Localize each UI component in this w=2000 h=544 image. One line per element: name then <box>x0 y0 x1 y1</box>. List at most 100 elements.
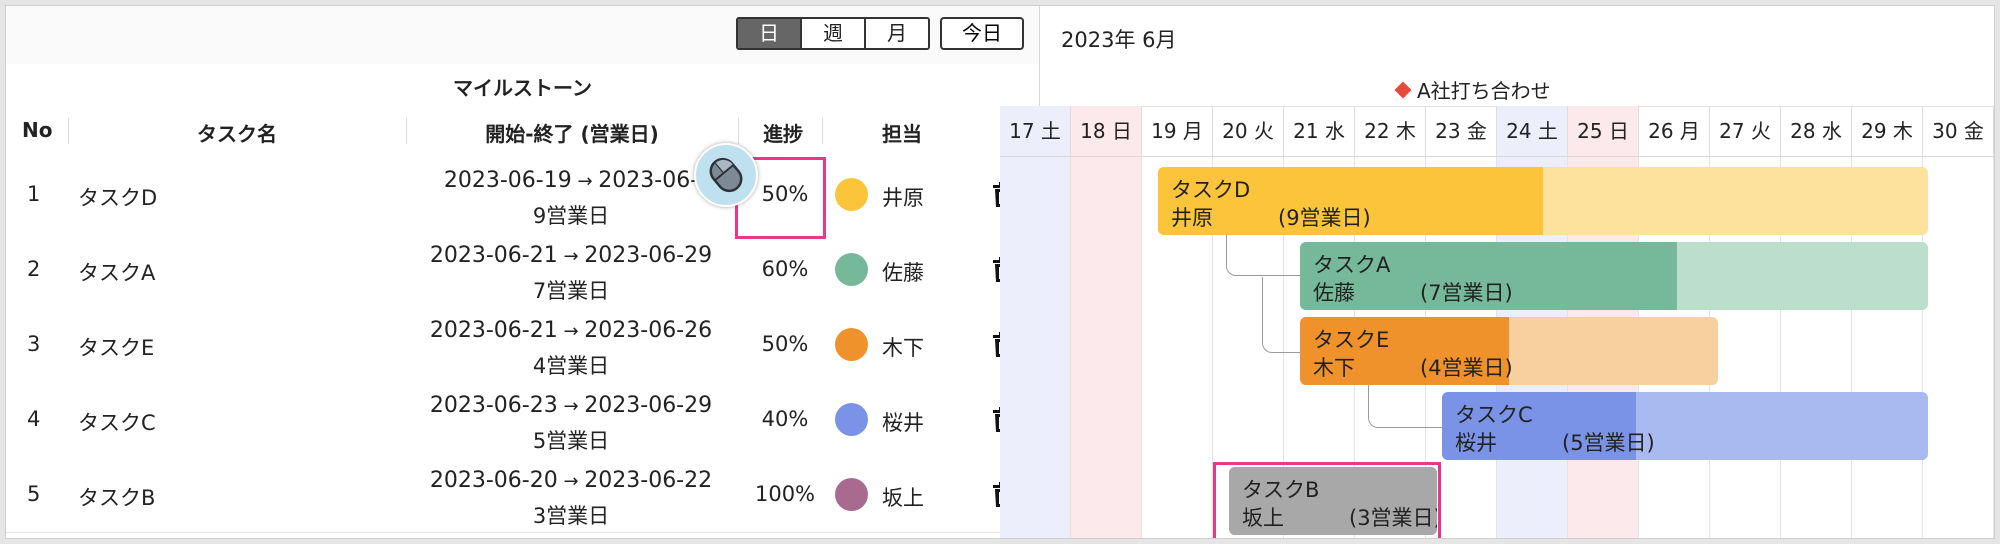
day-header[interactable]: 20 火 <box>1213 106 1284 157</box>
task-progress[interactable]: 50% <box>738 332 832 356</box>
task-no: 2 <box>27 257 41 281</box>
highlight-gantt-bar <box>1213 462 1441 538</box>
gantt-bar-owner: 佐藤 <box>1313 281 1355 305</box>
arrow-right-icon: → <box>557 396 585 417</box>
day-column <box>1923 106 1994 538</box>
owner-avatar <box>835 178 868 211</box>
day-header[interactable]: 26 月 <box>1639 106 1710 157</box>
gantt-bar[interactable]: タスクA 佐藤 (7営業日) <box>1300 242 1928 310</box>
gantt-bar-title: タスクC <box>1455 403 1533 427</box>
arrow-right-icon: → <box>557 321 585 342</box>
task-start: 2023-06-20 <box>429 468 558 493</box>
gantt-bar-title: タスクA <box>1313 253 1391 277</box>
gantt-bar-title: タスクE <box>1313 328 1390 352</box>
table-row[interactable]: 3 タスクE 2023-06-21 → 2023-06-26 4営業日 50% 木下 <box>6 307 1039 383</box>
day-header[interactable]: 27 火 <box>1710 106 1781 157</box>
task-progress[interactable]: 100% <box>738 482 832 506</box>
task-no: 1 <box>27 182 41 206</box>
task-owner[interactable]: 桜井 <box>882 407 924 437</box>
task-start: 2023-06-21 <box>429 243 558 268</box>
owner-avatar <box>835 403 868 436</box>
day-header[interactable]: 24 土 <box>1497 106 1568 157</box>
gantt-bar-days: (5営業日) <box>1562 431 1655 455</box>
view-week-button[interactable]: 週 <box>800 19 864 48</box>
task-no: 3 <box>27 332 41 356</box>
task-start: 2023-06-19 <box>443 168 572 193</box>
day-header[interactable]: 30 金 <box>1923 106 1994 157</box>
day-header[interactable]: 28 水 <box>1781 106 1852 157</box>
task-start: 2023-06-23 <box>429 393 558 418</box>
task-owner[interactable]: 佐藤 <box>882 257 924 287</box>
col-header-dates[interactable]: 開始-終了 (営業日) <box>406 118 738 147</box>
table-row[interactable]: 1 タスクD 2023-06-19 → 2023-06- 9営業日 50% 井原 <box>6 157 1039 233</box>
day-header[interactable]: 22 木 <box>1355 106 1426 157</box>
task-business-days: 5営業日 <box>532 429 610 453</box>
col-header-owner[interactable]: 担当 <box>822 118 982 147</box>
task-name[interactable]: タスクA <box>78 257 155 287</box>
view-switcher: 日 週 月 <box>736 17 930 50</box>
day-header[interactable]: 18 日 <box>1071 106 1142 157</box>
task-end: 2023-06-29 <box>584 243 713 268</box>
gantt-bar[interactable]: タスクC 桜井 (5営業日) <box>1442 392 1928 460</box>
milestone-header-row: マイルストーン <box>6 64 1039 107</box>
task-name[interactable]: タスクD <box>78 182 157 212</box>
task-dates[interactable]: 2023-06-21 → 2023-06-26 4営業日 <box>386 314 756 383</box>
task-name[interactable]: タスクC <box>78 407 156 437</box>
task-owner[interactable]: 坂上 <box>882 482 924 512</box>
day-header[interactable]: 17 土 <box>1000 106 1071 157</box>
task-end: 2023-06-26 <box>584 318 713 343</box>
gantt-bar-owner: 木下 <box>1313 356 1355 380</box>
toolbar: 日 週 月 今日 <box>6 6 1039 65</box>
task-dates[interactable]: 2023-06-23 → 2023-06-29 5営業日 <box>386 389 756 458</box>
view-month-button[interactable]: 月 <box>864 19 928 48</box>
col-header-progress[interactable]: 進捗 <box>738 118 828 147</box>
gantt-bar-days: (4営業日) <box>1420 356 1513 380</box>
dependency-line <box>1368 385 1443 428</box>
diamond-icon <box>1394 81 1412 99</box>
arrow-right-icon: → <box>571 171 599 192</box>
table-row[interactable]: 2 タスクA 2023-06-21 → 2023-06-29 7営業日 60% 佐藤 <box>6 232 1039 308</box>
arrow-right-icon: → <box>557 471 585 492</box>
day-header[interactable]: 25 日 <box>1568 106 1639 157</box>
task-dates[interactable]: 2023-06-21 → 2023-06-29 7営業日 <box>386 239 756 308</box>
task-no: 4 <box>27 407 41 431</box>
gantt-bar-days: (9営業日) <box>1278 206 1371 230</box>
task-progress[interactable]: 40% <box>738 407 832 431</box>
gantt-bar-days: (7営業日) <box>1420 281 1513 305</box>
gantt-bar-title: タスクD <box>1171 178 1251 202</box>
milestone-marker[interactable]: A社打ち合わせ <box>1394 75 1551 104</box>
task-business-days: 3営業日 <box>532 504 610 528</box>
task-progress[interactable]: 60% <box>738 257 832 281</box>
day-header[interactable]: 23 金 <box>1426 106 1497 157</box>
arrow-right-icon: → <box>557 246 585 267</box>
task-name[interactable]: タスクE <box>78 332 154 362</box>
task-start: 2023-06-21 <box>429 318 558 343</box>
table-row[interactable]: 4 タスクC 2023-06-23 → 2023-06-29 5営業日 40% 桜井 <box>6 382 1039 458</box>
dependency-line <box>1226 235 1301 276</box>
owner-avatar <box>835 253 868 286</box>
gantt-bar-owner: 桜井 <box>1455 431 1497 455</box>
task-business-days: 4営業日 <box>532 354 610 378</box>
milestone-label: A社打ち合わせ <box>1417 79 1551 103</box>
day-header[interactable]: 29 木 <box>1852 106 1923 157</box>
task-owner[interactable]: 木下 <box>882 332 924 362</box>
view-day-button[interactable]: 日 <box>738 19 800 48</box>
gantt-bar-owner: 井原 <box>1171 206 1213 230</box>
table-row[interactable]: 5 タスクB 2023-06-20 → 2023-06-22 3営業日 100% 坂上 <box>6 457 1039 533</box>
day-header[interactable]: 21 水 <box>1284 106 1355 157</box>
task-no: 5 <box>27 482 41 506</box>
task-dates[interactable]: 2023-06-20 → 2023-06-22 3営業日 <box>386 464 756 533</box>
today-button[interactable]: 今日 <box>940 17 1024 50</box>
task-name[interactable]: タスクB <box>78 482 155 512</box>
owner-avatar <box>835 328 868 361</box>
day-column <box>1071 106 1142 538</box>
task-owner[interactable]: 井原 <box>882 182 924 212</box>
gantt-bar[interactable]: タスクE 木下 (4営業日) <box>1300 317 1718 385</box>
col-header-name[interactable]: タスク名 <box>68 118 406 147</box>
gantt-bar[interactable]: タスクD 井原 (9営業日) <box>1158 167 1928 235</box>
day-header[interactable]: 19 月 <box>1142 106 1213 157</box>
dependency-line <box>1262 277 1301 353</box>
mouse-icon <box>694 143 758 207</box>
col-header-no: No <box>22 118 53 142</box>
table-header: No タスク名 開始-終了 (営業日) 進捗 担当 <box>6 106 1039 158</box>
